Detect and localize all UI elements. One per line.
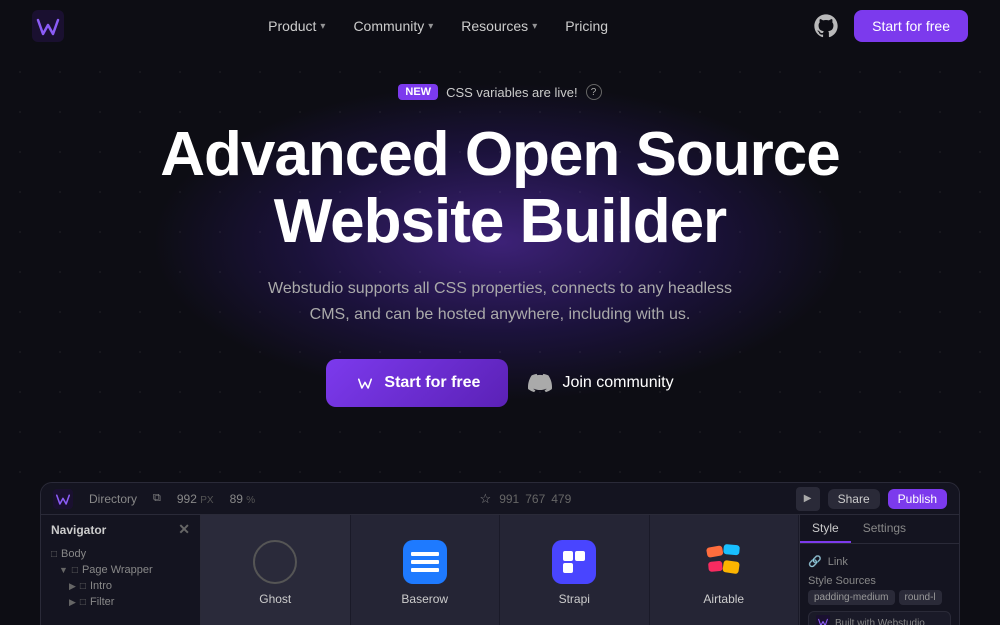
hero-start-free-button[interactable]: Start for free [326, 359, 508, 407]
chevron-icon: ▶ [69, 597, 76, 608]
editor-toolbar: Directory ⧉ 992 PX 89 % ☆ 991 767 479 ▶ … [41, 483, 959, 515]
nav-links: Product ▾ Community ▾ Resources ▾ Pricin… [256, 12, 620, 40]
publish-button[interactable]: Publish [888, 489, 947, 509]
tree-item-body[interactable]: □ Body [47, 546, 194, 562]
tree-item-filter[interactable]: ▶ □ Filter [47, 594, 194, 610]
navigator-tree: □ Body ▼ □ Page Wrapper ▶ □ Intro ▶ □ Fi… [41, 544, 200, 612]
ghost-logo [253, 540, 297, 584]
tree-item-intro[interactable]: ▶ □ Intro [47, 578, 194, 594]
hero-title: Advanced Open Source Website Builder [160, 122, 839, 256]
box-icon: □ [80, 581, 86, 592]
chevron-icon: ▶ [69, 581, 76, 592]
chevron-down-icon: ▾ [320, 21, 325, 32]
editor-width: 992 PX [177, 492, 214, 506]
nav-right: Start for free [812, 10, 968, 42]
nav-start-free-button[interactable]: Start for free [854, 10, 968, 42]
cms-card-airtable[interactable]: Airtable [650, 515, 800, 625]
baserow-name: Baserow [401, 592, 448, 606]
editor-right-panel: Style Settings 🔗 Link Style Sources padd… [799, 515, 959, 625]
badge-new-label: New [398, 84, 438, 100]
built-with-badge: Built with Webstudio [808, 611, 951, 625]
editor-body: Navigator ✕ □ Body ▼ □ Page Wrapper ▶ □ … [41, 515, 959, 625]
box-icon: □ [51, 549, 57, 560]
w-icon [354, 372, 376, 394]
editor-preview: Directory ⧉ 992 PX 89 % ☆ 991 767 479 ▶ … [40, 482, 960, 625]
close-icon[interactable]: ✕ [178, 521, 190, 538]
cms-card-baserow[interactable]: Baserow [351, 515, 501, 625]
editor-zoom: 89 % [230, 492, 256, 506]
editor-canvas: Ghost Baserow [201, 515, 799, 625]
editor-logo-icon [53, 489, 73, 509]
nav-community[interactable]: Community ▾ [341, 12, 445, 40]
nav-pricing[interactable]: Pricing [553, 12, 620, 40]
airtable-logo [702, 540, 746, 584]
style-chip-padding[interactable]: padding-medium [808, 590, 895, 605]
tab-settings[interactable]: Settings [851, 515, 918, 543]
hero-section: New CSS variables are live! ? Advanced O… [0, 52, 1000, 482]
navigator-header: Navigator ✕ [41, 515, 200, 544]
github-icon[interactable] [812, 12, 840, 40]
chevron-icon: ▼ [59, 565, 68, 575]
link-icon: 🔗 [808, 555, 822, 568]
editor-toolbar-center: ☆ 991 767 479 [480, 491, 572, 507]
cms-cards-list: Ghost Baserow [201, 515, 799, 625]
tab-style[interactable]: Style [800, 515, 851, 543]
style-sources-label: Style Sources [808, 571, 951, 590]
navbar: Product ▾ Community ▾ Resources ▾ Pricin… [0, 0, 1000, 52]
directory-label: Directory [89, 492, 137, 506]
cms-card-strapi[interactable]: Strapi [500, 515, 650, 625]
editor-copy-icon[interactable]: ⧉ [153, 492, 161, 505]
built-with-logo-icon [816, 615, 830, 625]
baserow-logo [403, 540, 447, 584]
style-chips: padding-medium round-l [808, 590, 951, 605]
strapi-logo [552, 540, 596, 584]
editor-toolbar-right: ▶ Share Publish [796, 487, 947, 511]
editor-left-panel: Navigator ✕ □ Body ▼ □ Page Wrapper ▶ □ … [41, 515, 201, 625]
link-row: 🔗 Link [808, 552, 951, 571]
logo[interactable] [32, 10, 64, 42]
hero-subtitle: Webstudio supports all CSS properties, c… [260, 276, 740, 327]
style-chip-round[interactable]: round-l [899, 590, 942, 605]
share-button[interactable]: Share [828, 489, 880, 509]
ghost-name: Ghost [259, 592, 291, 606]
tree-item-page-wrapper[interactable]: ▼ □ Page Wrapper [47, 562, 194, 578]
editor-right-tabs: Style Settings [800, 515, 959, 544]
nav-product[interactable]: Product ▾ [256, 12, 337, 40]
chevron-down-icon: ▾ [532, 21, 537, 32]
cms-card-ghost[interactable]: Ghost [201, 515, 351, 625]
editor-right-body: 🔗 Link Style Sources padding-medium roun… [800, 544, 959, 625]
discord-icon [528, 371, 552, 395]
editor-breakpoints: 991 767 479 [499, 492, 571, 506]
nav-resources[interactable]: Resources ▾ [449, 12, 549, 40]
star-icon: ☆ [480, 491, 492, 507]
box-icon: □ [80, 597, 86, 608]
announcement-badge: New CSS variables are live! ? [398, 84, 601, 100]
badge-text: CSS variables are live! [446, 85, 578, 100]
box-icon: □ [72, 565, 78, 576]
play-button[interactable]: ▶ [796, 487, 820, 511]
airtable-name: Airtable [703, 592, 744, 606]
badge-info-icon[interactable]: ? [586, 84, 602, 100]
hero-cta-group: Start for free Join community [326, 359, 673, 407]
hero-join-community-button[interactable]: Join community [528, 371, 673, 395]
strapi-name: Strapi [559, 592, 590, 606]
chevron-down-icon: ▾ [428, 21, 433, 32]
built-with-webstudio: Built with Webstudio [808, 611, 951, 625]
logo-icon [32, 10, 64, 42]
